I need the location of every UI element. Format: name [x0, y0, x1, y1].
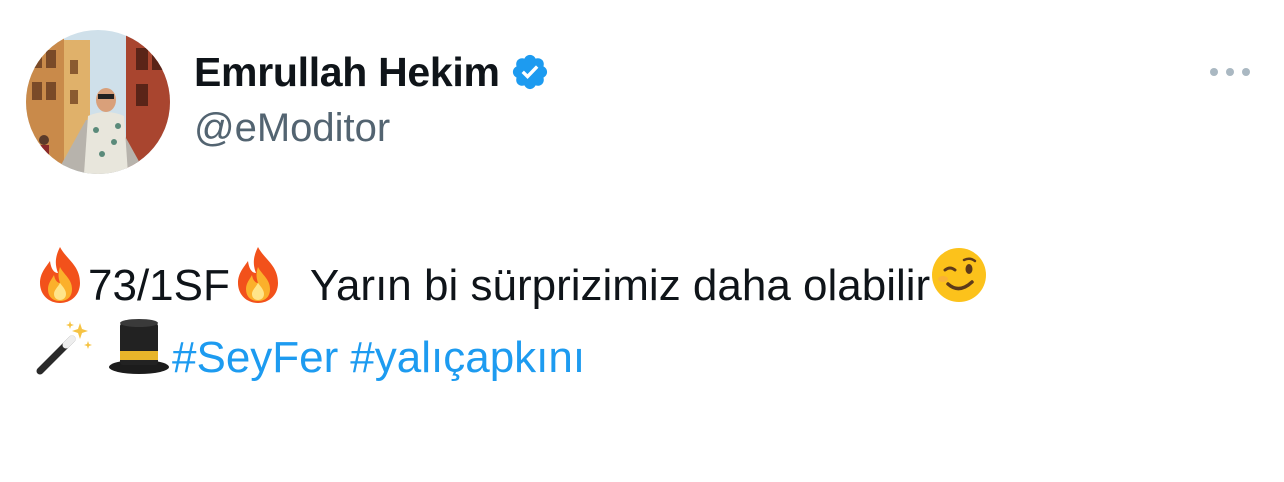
avatar-photo	[26, 30, 170, 174]
author-handle[interactable]: @eModitor	[194, 106, 390, 151]
hashtag-yalicapkini[interactable]: #yalıçapkını	[350, 322, 585, 394]
more-options-button[interactable]	[1206, 56, 1254, 88]
more-options-icon	[1210, 68, 1250, 76]
top-hat-emoji	[106, 317, 172, 399]
verified-badge-icon	[510, 52, 550, 92]
tweet-line-1: 73/1SF Yarın bi sürprizimiz daha olabili…	[32, 247, 1262, 322]
magic-wand-emoji	[32, 317, 94, 399]
tweet-card: Emrullah Hekim @eModitor 73/1SF Yarın bi…	[0, 0, 1284, 482]
author-display-name[interactable]: Emrullah Hekim	[194, 49, 500, 96]
fire-emoji	[230, 245, 286, 327]
tweet-line-2: #SeyFer #yalıçapkını	[32, 319, 1262, 394]
author-name-row: Emrullah Hekim	[194, 44, 550, 100]
tweet-body: 73/1SF Yarın bi sürprizimiz daha olabili…	[32, 247, 1262, 394]
fire-emoji	[32, 245, 88, 327]
winking-face-emoji	[930, 246, 988, 326]
tweet-text: Yarın bi sürprizimiz daha olabilir	[309, 261, 931, 310]
hashtag-seyfer[interactable]: #SeyFer	[172, 322, 338, 394]
avatar[interactable]	[26, 30, 170, 174]
tweet-score: 73/1SF	[88, 261, 230, 310]
